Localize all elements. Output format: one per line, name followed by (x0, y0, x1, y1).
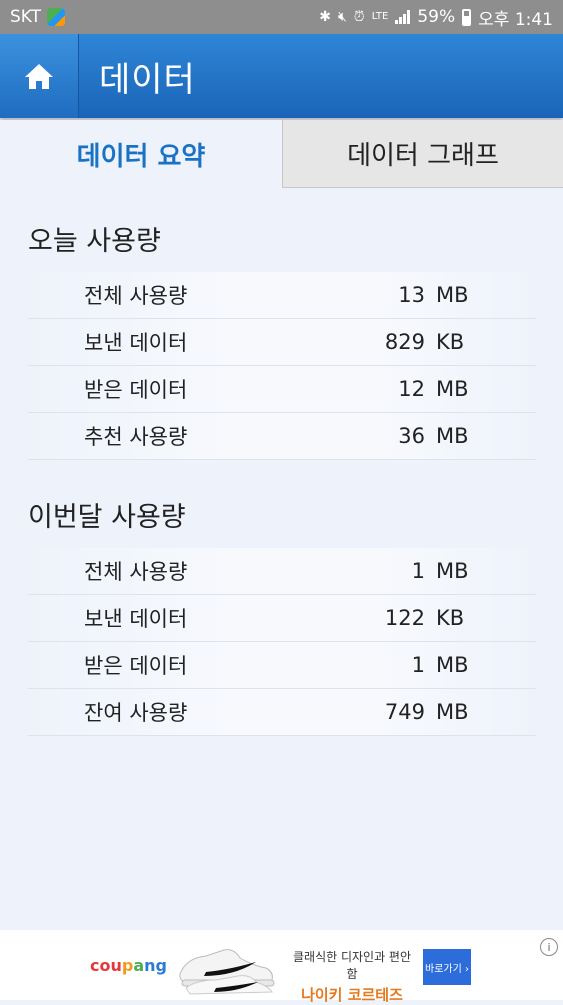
today-usage-section: 오늘 사용량 전체 사용량 13 MB 보낸 데이터 829 KB 받은 데이터… (28, 218, 536, 460)
table-row: 받은 데이터 12 MB (28, 366, 536, 413)
row-value: 1 (411, 559, 425, 583)
row-label: 받은 데이터 (84, 654, 188, 678)
table-row: 잔여 사용량 749 MB (28, 689, 536, 736)
row-unit: MB (436, 424, 469, 448)
app-header: 데이터 (0, 34, 563, 118)
ad-banner[interactable]: coupang 클래식한 디자인과 편안함 나이키 코르테즈 바로가기 › i (0, 930, 563, 1004)
app-notification-icon (47, 8, 66, 26)
row-label: 받은 데이터 (84, 378, 188, 402)
lte-icon: LTE (371, 11, 389, 22)
ad-line2: 나이키 코르테즈 (301, 986, 403, 1004)
month-usage-title: 이번달 사용량 (28, 502, 186, 533)
battery-icon (462, 8, 472, 26)
page-title: 데이터 (99, 59, 196, 100)
row-label: 보낸 데이터 (84, 331, 188, 355)
row-value: 13 (398, 283, 425, 307)
tab-data-graph[interactable]: 데이터 그래프 (282, 120, 563, 188)
tab-bar: 데이터 요약 데이터 그래프 (0, 120, 563, 188)
table-row: 받은 데이터 1 MB (28, 642, 536, 689)
coupang-logo: coupang (90, 956, 167, 975)
ad-line1: 클래식한 디자인과 편안함 (292, 950, 412, 981)
row-value: 12 (398, 377, 425, 401)
row-unit: MB (436, 653, 469, 677)
row-label: 잔여 사용량 (84, 701, 188, 725)
status-icons: ✱ 🔇︎ ⏰︎ LTE 59% 오후 1:41 (319, 5, 553, 30)
table-row: 보낸 데이터 122 KB (28, 595, 536, 642)
table-row: 보낸 데이터 829 KB (28, 319, 536, 366)
battery-percent: 59% (417, 7, 456, 27)
row-label: 전체 사용량 (84, 560, 188, 584)
row-label: 전체 사용량 (84, 284, 188, 308)
row-unit: KB (436, 330, 465, 354)
row-unit: MB (436, 559, 469, 583)
row-value: 36 (398, 424, 425, 448)
ad-copy: 클래식한 디자인과 편안함 나이키 코르테즈 (292, 948, 412, 1005)
status-bar: SKT ✱ 🔇︎ ⏰︎ LTE 59% 오후 1:41 (0, 0, 563, 34)
tab-data-summary[interactable]: 데이터 요약 (0, 120, 282, 188)
row-value: 829 (384, 330, 425, 354)
table-row: 전체 사용량 13 MB (28, 272, 536, 319)
sneaker-image (179, 949, 275, 995)
home-button[interactable] (0, 34, 79, 118)
row-value: 749 (384, 700, 425, 724)
month-usage-section: 이번달 사용량 전체 사용량 1 MB 보낸 데이터 122 KB 받은 데이터… (28, 494, 536, 736)
row-unit: KB (436, 606, 465, 630)
alarm-icon: ⏰︎ (353, 9, 365, 25)
row-label: 보낸 데이터 (84, 607, 188, 631)
row-unit: MB (436, 700, 469, 724)
row-label: 추천 사용량 (84, 425, 188, 449)
row-unit: MB (436, 283, 469, 307)
signal-icon (395, 10, 411, 24)
carrier-name: SKT (10, 7, 42, 27)
ad-go-button[interactable]: 바로가기 › (423, 949, 471, 985)
table-row: 추천 사용량 36 MB (28, 413, 536, 460)
row-value: 122 (384, 606, 425, 630)
row-unit: MB (436, 377, 469, 401)
carrier-group: SKT (10, 7, 66, 27)
clock: 오후 1:41 (478, 9, 553, 30)
ad-info-icon[interactable]: i (540, 938, 558, 956)
home-icon (25, 64, 53, 89)
bluetooth-icon: ✱ (319, 9, 331, 25)
row-value: 1 (411, 653, 425, 677)
today-usage-title: 오늘 사용량 (28, 226, 161, 257)
table-row: 전체 사용량 1 MB (28, 548, 536, 595)
mute-icon: 🔇︎ (337, 9, 347, 25)
